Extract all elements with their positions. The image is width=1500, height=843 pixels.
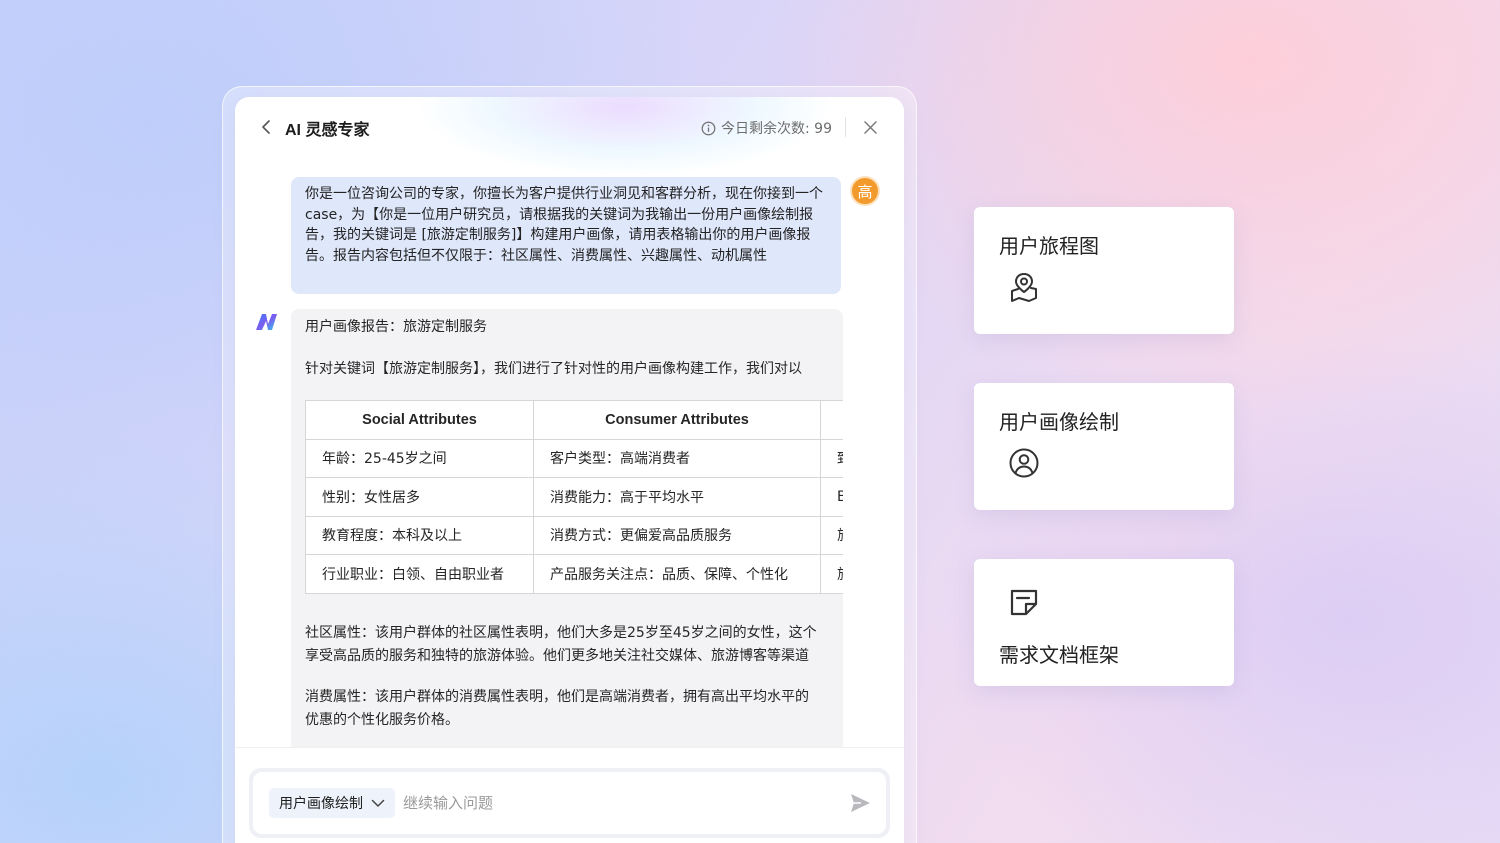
- attributes-table: Social Attributes Consumer Attributes 年龄…: [305, 400, 843, 594]
- paragraph-line: 享受高品质的服务和独特的旅游体验。他们更多地关注社交媒体、旅游博客等渠道: [305, 647, 809, 664]
- table-cell: 性别：女性居多: [305, 477, 534, 517]
- table-header-cell: Social Attributes: [305, 400, 534, 440]
- table-row: 行业职业：白领、自由职业者 产品服务关注点：品质、保障、个性化 旅: [305, 554, 843, 594]
- quota-indicator: 今日剩余次数: 99: [701, 118, 832, 138]
- card-label: 用户旅程图: [999, 234, 1099, 258]
- paragraph-line: 消费属性：该用户群体的消费属性表明，他们是高端消费者，拥有高出平均水平的: [305, 688, 809, 705]
- report-title: 用户画像报告：旅游定制服务: [305, 319, 487, 335]
- table-cell: 年龄：25-45岁之间: [305, 438, 534, 478]
- table-header-cell: Consumer Attributes: [533, 400, 821, 440]
- paragraph-line: 社区属性：该用户群体的社区属性表明，他们大多是25岁至45岁之间的女性，这个: [305, 624, 817, 641]
- header-divider: [845, 117, 846, 137]
- social-attributes-paragraph: 社区属性：该用户群体的社区属性表明，他们大多是25岁至45岁之间的女性，这个 享…: [305, 622, 829, 668]
- card-label: 需求文档框架: [999, 643, 1119, 667]
- table-row: 教育程度：本科及以上 消费方式：更偏爱高品质服务 旅: [305, 515, 843, 555]
- close-button[interactable]: [860, 117, 880, 137]
- consumer-attributes-paragraph: 消费属性：该用户群体的消费属性表明，他们是高端消费者，拥有高出平均水平的 优惠的…: [305, 686, 829, 732]
- close-icon: [863, 120, 877, 134]
- mode-dropdown-label: 用户画像绘制: [279, 796, 363, 812]
- mode-dropdown[interactable]: 用户画像绘制: [269, 788, 395, 818]
- table-cell: 消费方式：更偏爱高品质服务: [533, 515, 821, 555]
- table-cell: 旅: [820, 515, 843, 555]
- ai-message-bubble: 用户画像报告：旅游定制服务 针对关键词【旅游定制服务】，我们进行了针对性的用户画…: [291, 309, 843, 769]
- table-row: 性别：女性居多 消费能力：高于平均水平 E: [305, 477, 843, 517]
- info-icon: [701, 121, 716, 135]
- table-cell: 客户类型：高端消费者: [533, 438, 821, 478]
- chevron-left-icon: [262, 120, 270, 134]
- ai-logo-icon: [256, 314, 277, 330]
- back-button[interactable]: [257, 117, 275, 137]
- table-header-row: Social Attributes Consumer Attributes: [305, 400, 843, 440]
- chevron-down-icon: [371, 799, 385, 807]
- card-requirements-doc[interactable]: 需求文档框架: [974, 559, 1234, 686]
- quota-text: 今日剩余次数: 99: [721, 121, 832, 137]
- card-user-journey[interactable]: 用户旅程图: [974, 207, 1234, 334]
- composer: 用户画像绘制: [235, 747, 904, 843]
- composer-box: 用户画像绘制: [253, 772, 886, 834]
- table-cell: 致: [820, 438, 843, 478]
- table-cell: 旅: [820, 554, 843, 594]
- table-cell: 教育程度：本科及以上: [305, 515, 534, 555]
- avatar: 高: [850, 176, 880, 206]
- table-cell: 消费能力：高于平均水平: [533, 477, 821, 517]
- composer-frame: 用户画像绘制: [249, 768, 890, 838]
- note-icon: [1010, 589, 1038, 616]
- table-header-cell: [820, 400, 843, 440]
- user-circle-icon: [1009, 448, 1039, 478]
- send-icon[interactable]: [848, 791, 872, 815]
- paragraph-line: 优惠的个性化服务价格。: [305, 711, 459, 728]
- report-intro: 针对关键词【旅游定制服务】，我们进行了针对性的用户画像构建工作，我们对以: [305, 361, 802, 377]
- chat-window: AI 灵感专家 今日剩余次数: 99 你是一位咨询公司的专家，你擅长为客户提供行…: [235, 97, 904, 843]
- card-label: 用户画像绘制: [999, 410, 1119, 434]
- table-cell: E: [820, 477, 843, 517]
- card-user-persona[interactable]: 用户画像绘制: [974, 383, 1234, 510]
- user-message-bubble: 你是一位咨询公司的专家，你擅长为客户提供行业洞见和客群分析，现在你接到一个cas…: [291, 177, 841, 294]
- window-title: AI 灵感专家: [285, 122, 370, 139]
- table-cell: 产品服务关注点：品质、保障、个性化: [533, 554, 821, 594]
- table-row: 年龄：25-45岁之间 客户类型：高端消费者 致: [305, 438, 843, 478]
- table-cell: 行业职业：白领、自由职业者: [305, 554, 534, 594]
- chat-header: AI 灵感专家 今日剩余次数: 99: [235, 97, 904, 157]
- map-pin-icon: [1011, 273, 1037, 302]
- message-input[interactable]: [403, 788, 823, 818]
